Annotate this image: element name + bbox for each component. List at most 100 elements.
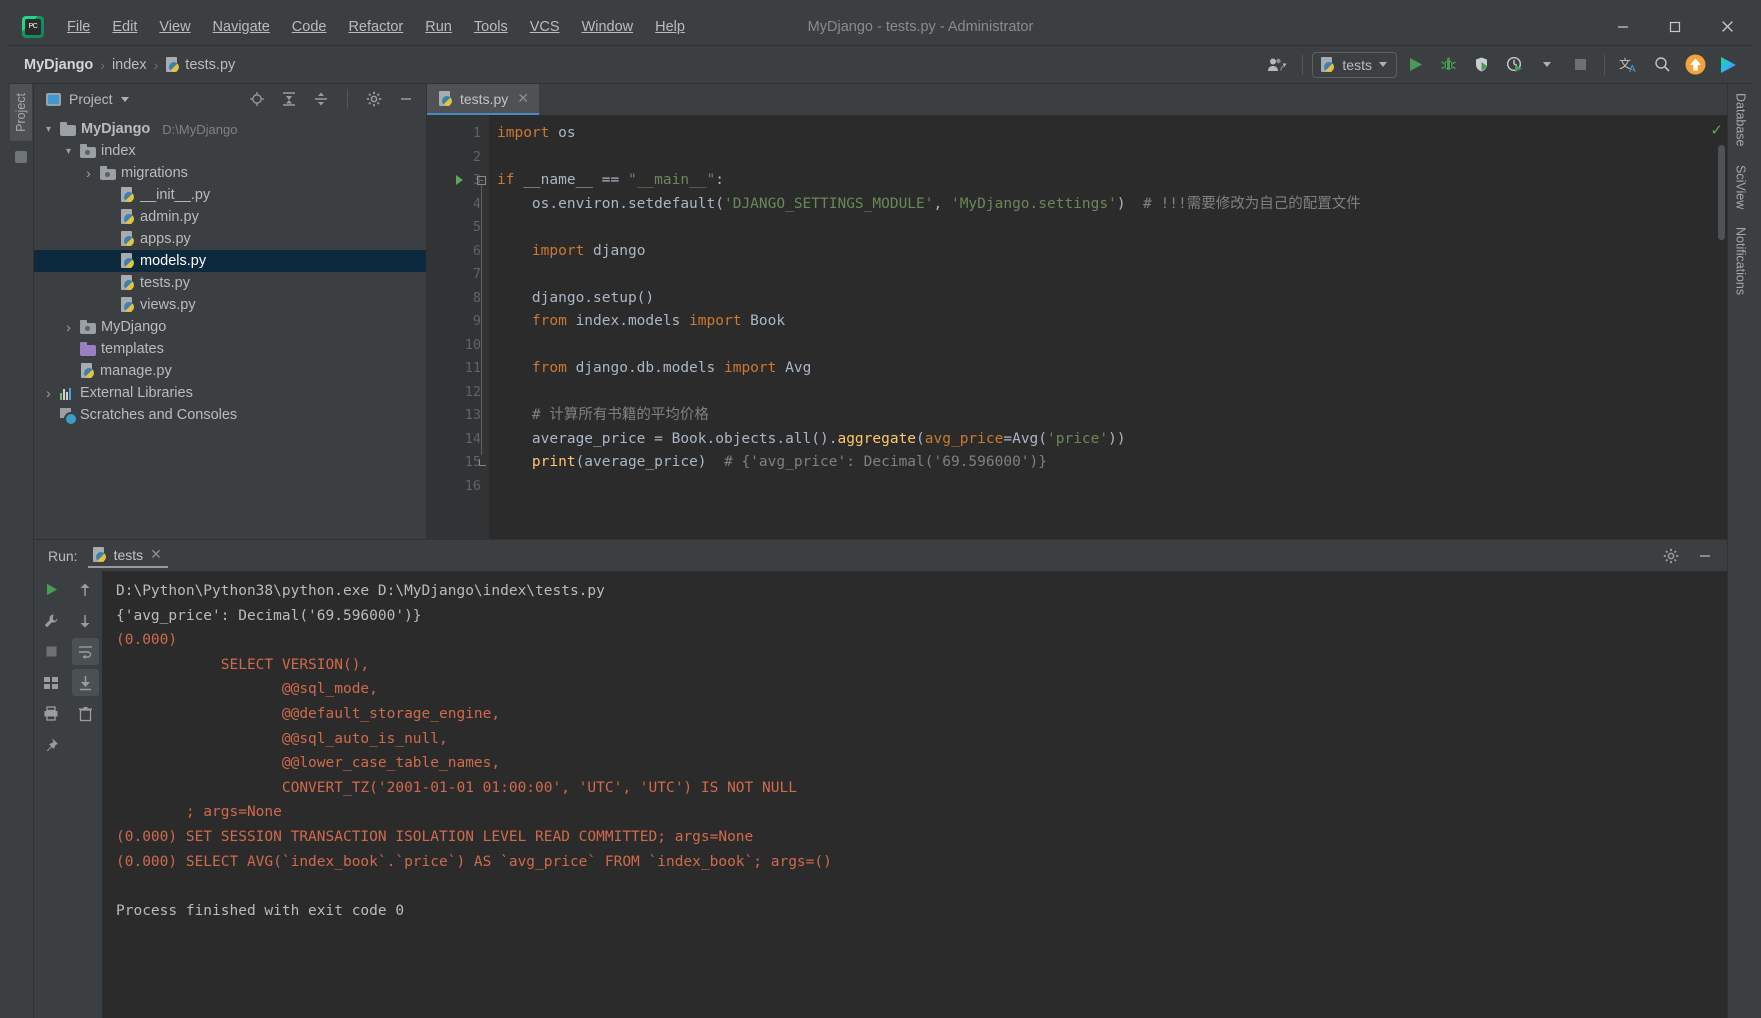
menu-refactor[interactable]: Refactor: [337, 15, 414, 39]
line-number[interactable]: 9: [427, 310, 489, 334]
sidebar-item-notifications[interactable]: Notifications: [1730, 218, 1752, 304]
menu-bar[interactable]: File Edit View Navigate Code Refactor Ru…: [56, 15, 696, 39]
close-run-tab-icon[interactable]: ✕: [150, 546, 162, 563]
line-number[interactable]: 13: [427, 404, 489, 428]
pin-button[interactable]: [38, 731, 65, 758]
line-number[interactable]: 10: [427, 334, 489, 358]
line-number[interactable]: 2: [427, 146, 489, 170]
menu-navigate[interactable]: Navigate: [202, 15, 281, 39]
close-button[interactable]: [1701, 8, 1753, 46]
menu-edit[interactable]: Edit: [101, 15, 148, 39]
tree-row[interactable]: admin.py: [34, 206, 426, 228]
update-project-icon[interactable]: [1680, 51, 1710, 79]
line-number[interactable]: 3−: [427, 169, 489, 455]
code-line[interactable]: django.setup(): [497, 287, 1707, 311]
breadcrumb[interactable]: MyDjango › index › tests.py: [24, 56, 235, 73]
sidebar-item-project[interactable]: Project: [9, 84, 32, 141]
stop-button[interactable]: [38, 638, 65, 665]
menu-file[interactable]: File: [56, 15, 101, 39]
code-line[interactable]: from django.db.models import Avg: [497, 357, 1707, 381]
code-line[interactable]: [497, 216, 1707, 240]
code-line[interactable]: [497, 334, 1707, 358]
line-number[interactable]: 12: [427, 381, 489, 405]
expand-all-icon[interactable]: [277, 88, 301, 110]
user-switch-icon[interactable]: [1263, 51, 1293, 79]
breadcrumb-file[interactable]: tests.py: [165, 56, 235, 73]
chevron-right-icon[interactable]: ›: [62, 319, 75, 335]
sidebar-item-sciview[interactable]: SciView: [1730, 156, 1752, 218]
menu-help[interactable]: Help: [644, 15, 696, 39]
tree-row[interactable]: views.py: [34, 294, 426, 316]
editor-tab-tests-py[interactable]: tests.py ✕: [427, 84, 539, 115]
code-line[interactable]: import django: [497, 240, 1707, 264]
print-button[interactable]: [38, 700, 65, 727]
line-number[interactable]: 6: [427, 240, 489, 264]
layout-button[interactable]: [38, 669, 65, 696]
search-everywhere-icon[interactable]: [1647, 51, 1677, 79]
tree-row[interactable]: __init__.py: [34, 184, 426, 206]
console-output[interactable]: D:\Python\Python38\python.exe D:\MyDjang…: [102, 571, 1727, 1018]
line-number[interactable]: 15: [427, 451, 489, 475]
line-number[interactable]: 7: [427, 263, 489, 287]
clear-all-button[interactable]: [72, 700, 99, 727]
scroll-down-button[interactable]: [72, 607, 99, 634]
hide-panel-icon[interactable]: [1693, 545, 1717, 567]
tree-row[interactable]: ▾ index: [34, 140, 426, 162]
line-number[interactable]: 8: [427, 287, 489, 311]
code-line[interactable]: [497, 475, 1707, 499]
line-number[interactable]: 5: [427, 216, 489, 240]
structure-icon[interactable]: [14, 150, 27, 163]
soft-wrap-button[interactable]: [71, 638, 99, 665]
code-line[interactable]: print(average_price) # {'avg_price': Dec…: [497, 451, 1707, 475]
chevron-right-icon[interactable]: ›: [82, 165, 95, 181]
rerun-button[interactable]: [38, 576, 65, 603]
inspection-ok-icon[interactable]: ✓: [1710, 121, 1723, 139]
code-line[interactable]: [497, 146, 1707, 170]
collapse-all-icon[interactable]: [309, 88, 333, 110]
code-line[interactable]: average_price = Book.objects.all().aggre…: [497, 428, 1707, 452]
code-line[interactable]: if __name__ == "__main__":: [497, 169, 1707, 193]
wrench-button[interactable]: [38, 607, 65, 634]
profile-button[interactable]: [1499, 51, 1529, 79]
tree-row[interactable]: › MyDjango: [34, 316, 426, 338]
tree-row[interactable]: templates: [34, 338, 426, 360]
tree-row[interactable]: tests.py: [34, 272, 426, 294]
hide-panel-icon[interactable]: [394, 88, 418, 110]
fold-collapse-icon[interactable]: −: [477, 176, 486, 185]
close-tab-icon[interactable]: ✕: [515, 90, 531, 107]
settings-gear-icon[interactable]: [1659, 545, 1683, 567]
run-button[interactable]: [1400, 51, 1430, 79]
code-content[interactable]: import os if __name__ == "__main__": os.…: [489, 115, 1707, 539]
chevron-down-icon[interactable]: [120, 96, 129, 102]
tree-row[interactable]: models.py: [34, 250, 426, 272]
breadcrumb-project[interactable]: MyDjango: [24, 57, 93, 73]
tree-row[interactable]: Scratches and Consoles: [34, 404, 426, 426]
code-line[interactable]: # 计算所有书籍的平均价格: [497, 404, 1707, 428]
line-number[interactable]: 16: [427, 475, 489, 499]
code-editor[interactable]: 1 2 3−4 5 6 7 8 9 10 11 12 13 14 15 16 import os if __…: [427, 115, 1727, 539]
stop-button[interactable]: [1565, 51, 1595, 79]
chevron-right-icon[interactable]: ›: [42, 385, 55, 401]
line-number-gutter[interactable]: 1 2 3−4 5 6 7 8 9 10 11 12 13 14 15 16: [427, 115, 489, 539]
code-line[interactable]: os.environ.setdefault('DJANGO_SETTINGS_M…: [497, 193, 1707, 217]
debug-button[interactable]: [1433, 51, 1463, 79]
sidebar-item-database[interactable]: Database: [1730, 84, 1752, 156]
ide-plugin-icon[interactable]: [1713, 51, 1743, 79]
line-number[interactable]: 14: [427, 428, 489, 452]
chevron-down-icon[interactable]: ▾: [62, 146, 75, 157]
menu-code[interactable]: Code: [281, 15, 338, 39]
menu-vcs[interactable]: VCS: [519, 15, 571, 39]
code-line[interactable]: [497, 381, 1707, 405]
tree-row[interactable]: apps.py: [34, 228, 426, 250]
line-number[interactable]: 4: [427, 193, 489, 217]
menu-window[interactable]: Window: [571, 15, 645, 39]
settings-gear-icon[interactable]: [362, 88, 386, 110]
line-number[interactable]: 1: [427, 122, 489, 146]
run-configuration-selector[interactable]: tests: [1312, 51, 1397, 78]
run-tab-tests[interactable]: tests ✕: [87, 543, 168, 568]
code-line[interactable]: from index.models import Book: [497, 310, 1707, 334]
menu-run[interactable]: Run: [414, 15, 463, 39]
tree-row[interactable]: ▾ MyDjango D:\MyDjango: [34, 118, 426, 140]
chevron-down-icon[interactable]: ▾: [42, 124, 55, 135]
editor-right-rail[interactable]: ✓: [1707, 115, 1727, 539]
